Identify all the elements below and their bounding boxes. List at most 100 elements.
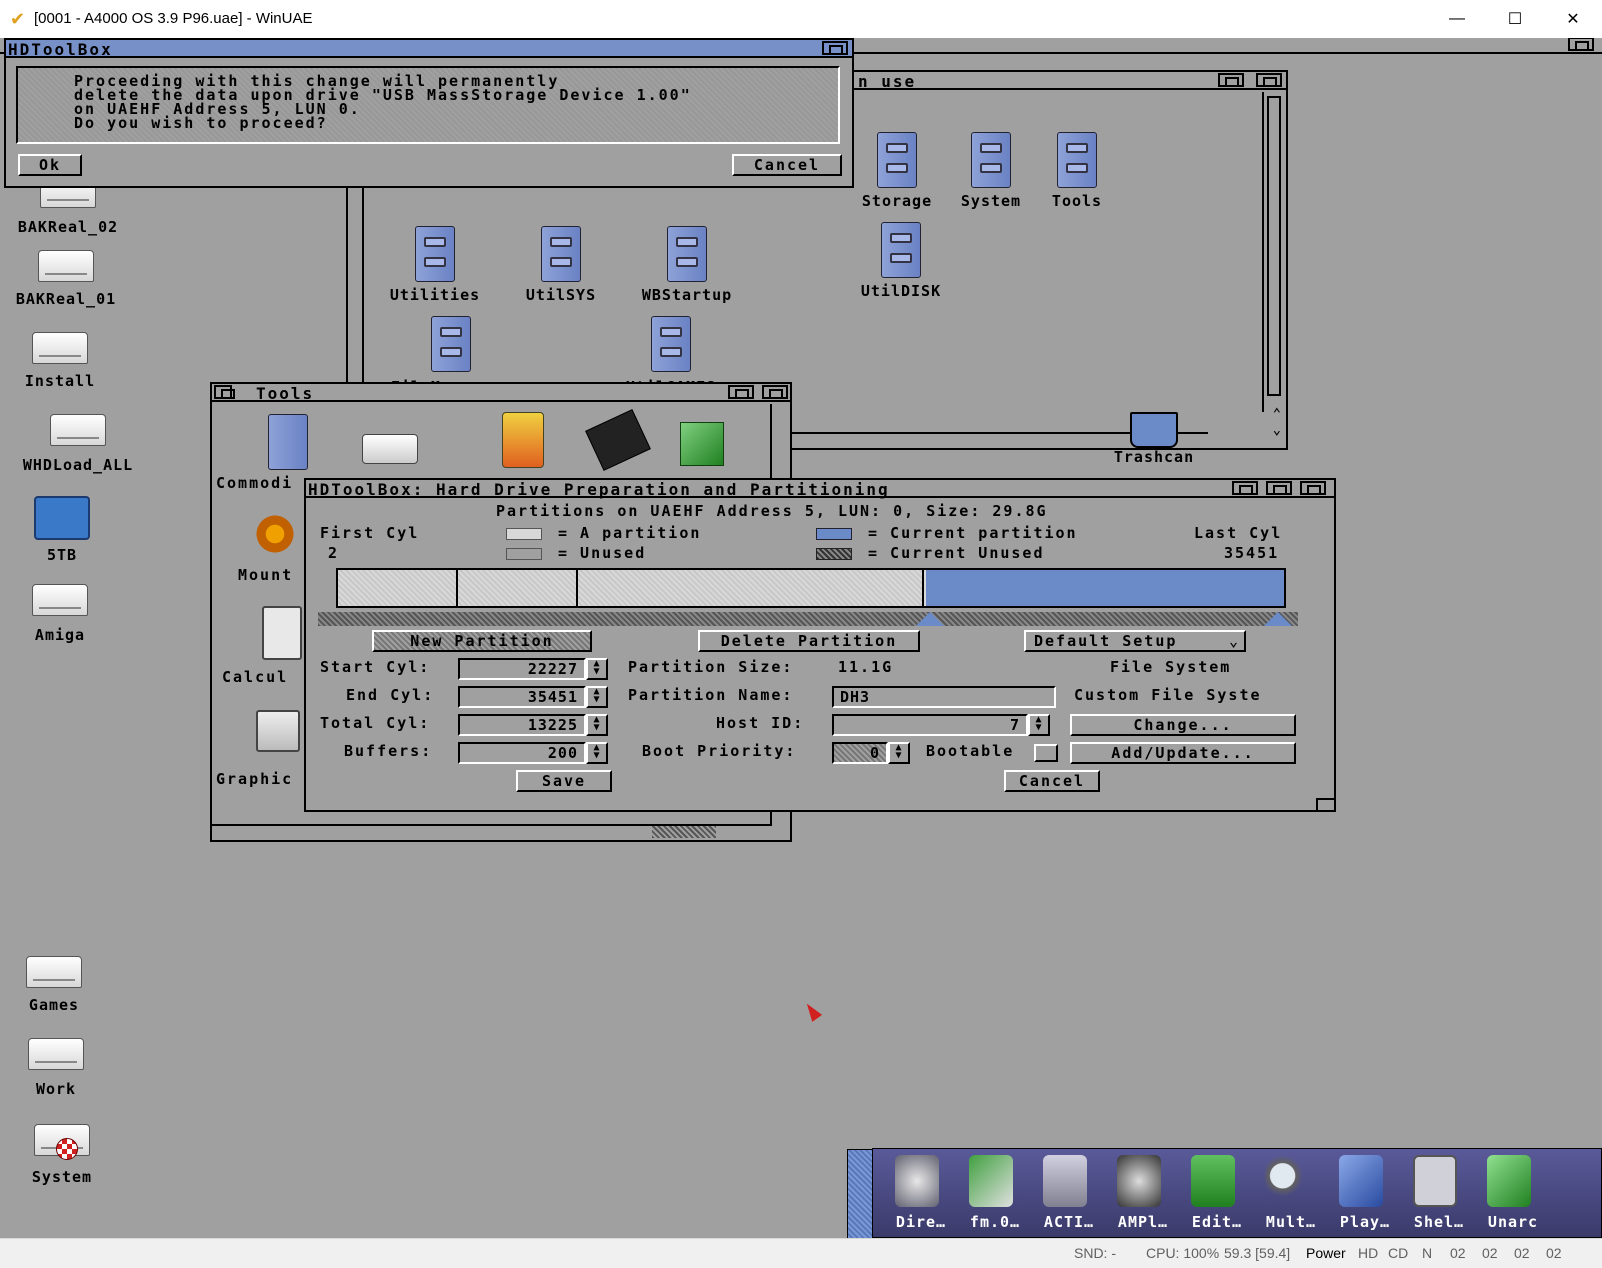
desktop-icon-work[interactable]: Work [28,1038,84,1108]
harddrive-icon [26,956,82,988]
tool-database-icon[interactable] [502,412,544,468]
default-setup-dropdown[interactable]: Default Setup ⌄ [1024,630,1246,652]
requester-depth-gadget[interactable] [822,41,848,55]
iconify-gadget[interactable] [1266,481,1292,495]
boot-priority-field[interactable]: 0 [832,742,888,764]
close-button[interactable]: ✕ [1544,0,1602,38]
dock-item-shell[interactable]: Shel… [1401,1155,1467,1237]
screen-depth-gadget[interactable] [1568,38,1594,51]
drawer-icon-wbstartup[interactable]: WBStartup [642,226,731,304]
change-fs-button[interactable]: Change... [1070,714,1296,736]
dock-item-directory-opus[interactable]: Dire… [883,1155,949,1237]
dock-item-edit[interactable]: Edit… [1179,1155,1245,1237]
host-id-stepper-icon[interactable]: ▲ ▼ [1028,714,1050,736]
drawer-icon-utilsys[interactable]: UtilSYS [526,226,595,304]
desktop-icon-bakreal01[interactable]: BAKReal_01 [16,250,115,320]
dock-item-fm[interactable]: fm.0… [957,1155,1023,1237]
partition-map-bar[interactable] [336,568,1286,608]
start-cyl-field[interactable]: 22227 [458,658,586,680]
vertical-scrollbar[interactable] [1262,92,1284,412]
trashcan-icon[interactable]: Trashcan [1114,412,1193,466]
end-cyl-field[interactable]: 35451 [458,686,586,708]
partition-segment-1[interactable] [338,570,458,606]
dock-handle[interactable] [847,1149,873,1238]
desktop-icon-install[interactable]: Install [25,332,94,402]
zoom-gadget[interactable] [1218,73,1244,87]
tools-scroll-knob[interactable] [652,826,716,838]
buffers-field[interactable]: 200 [458,742,586,764]
tools-horizontal-scrollbar[interactable] [212,824,772,838]
end-cyl-stepper-icon[interactable]: ▲ ▼ [586,686,608,708]
dock-item-multiview[interactable]: Mult… [1253,1155,1319,1237]
scroll-knob[interactable] [1267,96,1281,396]
dock-item-play[interactable]: Play… [1327,1155,1393,1237]
desktop-icon-games[interactable]: Games [26,956,82,1026]
save-button[interactable]: Save [516,770,612,792]
custom-file-system-label: Custom File Syste [1074,686,1262,704]
tool-chip-icon[interactable] [585,409,651,471]
legend-current-label: = Current partition [868,524,1078,542]
drawer-icon-system[interactable]: System [961,132,1020,210]
total-cyl-field[interactable]: 13225 [458,714,586,736]
dock-item-acti[interactable]: ACTI… [1031,1155,1097,1237]
start-cyl-stepper-icon[interactable]: ▲ ▼ [586,658,608,680]
requester-ok-button[interactable]: Ok [18,154,82,176]
drawer-icon-filemanagers[interactable]: FileManagers [391,316,510,396]
host-id-field[interactable]: 7 [832,714,1028,736]
maximize-button[interactable]: ☐ [1486,0,1544,38]
resize-gadget-icon[interactable] [1316,798,1334,810]
printer-icon[interactable] [256,710,300,752]
hdtoolbox-partition-window[interactable]: HDToolBox: Hard Drive Preparation and Pa… [304,478,1336,812]
drawer-icon-tools[interactable]: Tools [1052,132,1102,210]
dock-item-amplifier[interactable]: AMPl… [1105,1155,1171,1237]
hdtoolbox-requester[interactable]: HDToolBox Proceeding with this change wi… [4,38,854,188]
requester-cancel-button[interactable]: Cancel [732,154,842,176]
legend-unused-swatch [506,548,542,560]
desktop-icon-5tb[interactable]: 5TB [34,496,90,576]
delete-partition-button[interactable]: Delete Partition [698,630,920,652]
dock-item-unarc[interactable]: Unarc [1475,1155,1541,1237]
partition-segment-current[interactable] [926,570,1284,606]
default-setup-label: Default Setup [1034,632,1178,650]
new-partition-button[interactable]: New Partition [372,630,592,652]
drawer-icon-utildisk[interactable]: UtilDISK [861,222,940,300]
legend-current-unused-swatch [816,548,852,560]
legend-partition-swatch [506,528,542,540]
bootable-checkbox[interactable] [1034,744,1058,762]
add-update-button[interactable]: Add/Update... [1070,742,1296,764]
amidock-bar: Dire… fm.0… ACTI… AMPl… Edit… Mult… Play… [847,1148,1602,1238]
desktop-icon-system[interactable]: System [32,1124,91,1194]
drawer-icon-utilgames[interactable]: UtilGAMES [626,316,715,396]
tool-drive-icon[interactable] [362,434,418,464]
calculator-icon[interactable] [262,606,302,660]
partition-segment-2[interactable] [458,570,578,606]
scroll-up-arrow-icon[interactable]: ⌃ [1273,406,1282,422]
partition-name-field[interactable]: DH3 [832,686,1056,708]
total-cyl-label: Total Cyl: [320,714,431,732]
mount-gear-icon[interactable] [252,514,298,554]
end-drag-handle-icon[interactable] [1264,612,1292,626]
partition-drag-track[interactable] [318,612,1298,626]
boot-priority-stepper-icon[interactable]: ▲ ▼ [888,742,910,764]
scroll-down-arrow-icon[interactable]: ⌄ [1273,422,1282,438]
zoom-gadget[interactable] [728,385,754,399]
commodore-cabinet-icon[interactable] [268,414,308,470]
tool-cube-icon[interactable] [680,422,724,466]
zoom-gadget[interactable] [1232,481,1258,495]
depth-gadget[interactable] [762,385,788,399]
total-cyl-stepper-icon[interactable]: ▲ ▼ [586,714,608,736]
drawer-icon-storage[interactable]: Storage [862,132,931,210]
requester-line-4: Do you wish to proceed? [74,114,328,132]
depth-gadget[interactable] [1256,73,1282,87]
desktop-icon-amiga[interactable]: Amiga [32,584,88,654]
start-drag-handle-icon[interactable] [916,612,944,626]
depth-gadget[interactable] [1300,481,1326,495]
drawer-icon-utilities[interactable]: Utilities [390,226,479,304]
tools-window-title: Tools [256,384,315,403]
buffers-stepper-icon[interactable]: ▲ ▼ [586,742,608,764]
close-gadget[interactable] [214,385,235,399]
partition-segment-3[interactable] [578,570,924,606]
minimize-button[interactable]: — [1428,0,1486,38]
partition-cancel-button[interactable]: Cancel [1004,770,1100,792]
desktop-icon-whdload[interactable]: WHDLoad_ALL [23,414,132,484]
